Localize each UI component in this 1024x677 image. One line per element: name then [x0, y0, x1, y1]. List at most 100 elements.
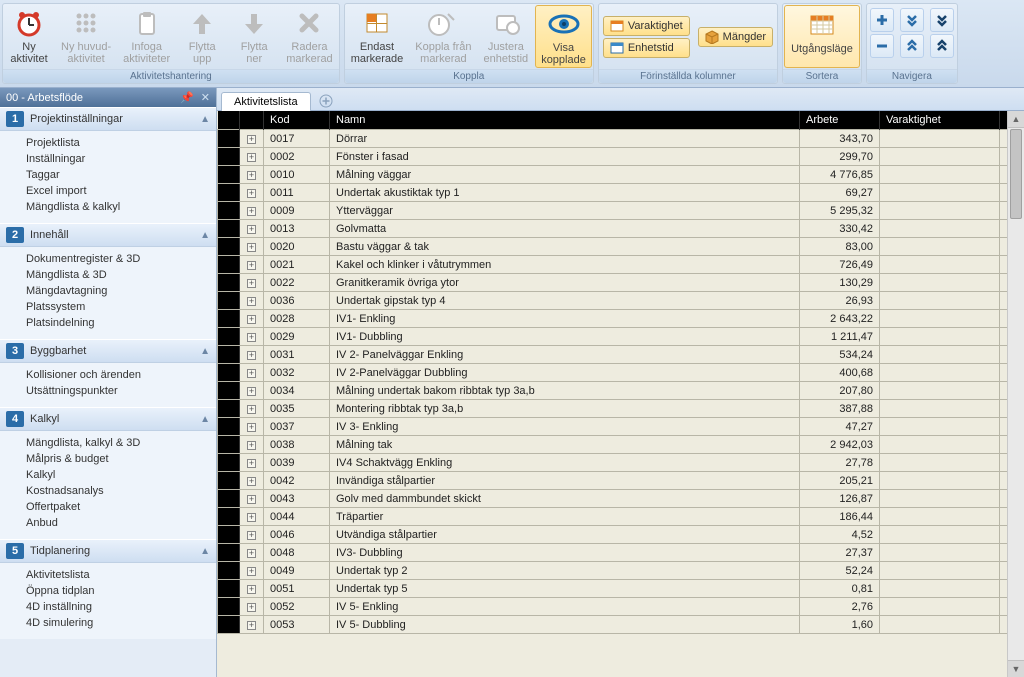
- scroll-up-button[interactable]: ▲: [1008, 111, 1024, 128]
- row-expand[interactable]: +: [240, 472, 264, 490]
- nav-chev-uu-dark[interactable]: [930, 34, 954, 58]
- table-row[interactable]: + 0052 IV 5- Enkling 2,76: [218, 598, 1024, 616]
- sidebar-item[interactable]: Aktivitetslista: [0, 567, 216, 583]
- table-row[interactable]: + 0046 Utvändiga stålpartier 4,52: [218, 526, 1024, 544]
- sidebar-item[interactable]: Offertpaket: [0, 499, 216, 515]
- sidebar-item[interactable]: Mängdavtagning: [0, 283, 216, 299]
- sidebar-item[interactable]: Kalkyl: [0, 467, 216, 483]
- sidebar-item[interactable]: Taggar: [0, 167, 216, 183]
- row-expand[interactable]: +: [240, 598, 264, 616]
- table-row[interactable]: + 0049 Undertak typ 2 52,24: [218, 562, 1024, 580]
- ribbon-smallbtn-unit-blue[interactable]: Enhetstid: [603, 38, 690, 58]
- row-expand[interactable]: +: [240, 148, 264, 166]
- row-expand[interactable]: +: [240, 310, 264, 328]
- table-row[interactable]: + 0021 Kakel och klinker i våtutrymmen 7…: [218, 256, 1024, 274]
- row-expand[interactable]: +: [240, 580, 264, 598]
- scroll-thumb[interactable]: [1010, 129, 1022, 219]
- table-row[interactable]: + 0044 Träpartier 186,44: [218, 508, 1024, 526]
- sidebar-item[interactable]: Projektlista: [0, 135, 216, 151]
- vertical-scrollbar[interactable]: ▲ ▼: [1007, 111, 1024, 677]
- sidebar-item[interactable]: Dokumentregister & 3D: [0, 251, 216, 267]
- table-row[interactable]: + 0020 Bastu väggar & tak 83,00: [218, 238, 1024, 256]
- nav-chev-dd-dark[interactable]: [930, 8, 954, 32]
- row-expand[interactable]: +: [240, 526, 264, 544]
- nav-chev-uu-blue[interactable]: [900, 34, 924, 58]
- close-icon[interactable]: ✕: [201, 92, 210, 104]
- accordion-header-5[interactable]: 5Tidplanering▲: [0, 539, 216, 563]
- row-expand[interactable]: +: [240, 220, 264, 238]
- accordion-header-2[interactable]: 2Innehåll▲: [0, 223, 216, 247]
- tab-activity-list[interactable]: Aktivitetslista: [221, 92, 311, 111]
- sidebar-item[interactable]: Inställningar: [0, 151, 216, 167]
- table-row[interactable]: + 0013 Golvmatta 330,42: [218, 220, 1024, 238]
- table-row[interactable]: + 0029 IV1- Dubbling 1 211,47: [218, 328, 1024, 346]
- ribbon-btn-eye[interactable]: Visa kopplade: [535, 5, 592, 68]
- table-row[interactable]: + 0032 IV 2-Panelväggar Dubbling 400,68: [218, 364, 1024, 382]
- sidebar-item[interactable]: Målpris & budget: [0, 451, 216, 467]
- sidebar-item[interactable]: Excel import: [0, 183, 216, 199]
- row-expand[interactable]: +: [240, 346, 264, 364]
- row-expand[interactable]: +: [240, 562, 264, 580]
- col-varaktighet[interactable]: Varaktighet: [880, 111, 1000, 130]
- row-expand[interactable]: +: [240, 382, 264, 400]
- table-row[interactable]: + 0010 Målning väggar 4 776,85: [218, 166, 1024, 184]
- ribbon-btn-grid-orange[interactable]: Utgångsläge: [784, 5, 860, 68]
- table-row[interactable]: + 0048 IV3- Dubbling 27,37: [218, 544, 1024, 562]
- row-expand[interactable]: +: [240, 436, 264, 454]
- table-row[interactable]: + 0053 IV 5- Dubbling 1,60: [218, 616, 1024, 634]
- activity-grid[interactable]: Kod Namn Arbete Varaktighet + 0017 Dörra…: [217, 111, 1024, 634]
- table-row[interactable]: + 0011 Undertak akustiktak typ 1 69,27: [218, 184, 1024, 202]
- row-expand[interactable]: +: [240, 400, 264, 418]
- row-expand[interactable]: +: [240, 292, 264, 310]
- scroll-down-button[interactable]: ▼: [1008, 660, 1024, 677]
- ribbon-btn-clock-red[interactable]: Ny aktivitet: [3, 4, 55, 69]
- row-expand[interactable]: +: [240, 454, 264, 472]
- table-row[interactable]: + 0051 Undertak typ 5 0,81: [218, 580, 1024, 598]
- row-expand[interactable]: +: [240, 202, 264, 220]
- ribbon-smallbtn-box-orange[interactable]: Mängder: [698, 27, 773, 47]
- table-row[interactable]: + 0042 Invändiga stålpartier 205,21: [218, 472, 1024, 490]
- sidebar-item[interactable]: 4D inställning: [0, 599, 216, 615]
- sidebar-item[interactable]: Platssystem: [0, 299, 216, 315]
- row-expand[interactable]: +: [240, 418, 264, 436]
- table-row[interactable]: + 0038 Målning tak 2 942,03: [218, 436, 1024, 454]
- table-row[interactable]: + 0036 Undertak gipstak typ 4 26,93: [218, 292, 1024, 310]
- row-expand[interactable]: +: [240, 184, 264, 202]
- nav-chev-dd-blue[interactable]: [900, 8, 924, 32]
- nav-plus-blue[interactable]: [870, 8, 894, 32]
- ribbon-btn-select-subset[interactable]: Endast markerade: [345, 4, 410, 69]
- sidebar-item[interactable]: Utsättningspunkter: [0, 383, 216, 399]
- row-expand[interactable]: +: [240, 256, 264, 274]
- sidebar-item[interactable]: Kostnadsanalys: [0, 483, 216, 499]
- row-expand[interactable]: +: [240, 508, 264, 526]
- sidebar-item[interactable]: Kollisioner och ärenden: [0, 367, 216, 383]
- sidebar-item[interactable]: Mängdlista & kalkyl: [0, 199, 216, 215]
- col-kod[interactable]: Kod: [264, 111, 330, 130]
- sidebar-item[interactable]: Platsindelning: [0, 315, 216, 331]
- pin-icon[interactable]: 📌: [180, 92, 194, 104]
- col-namn[interactable]: Namn: [330, 111, 800, 130]
- ribbon-smallbtn-duration-orange[interactable]: Varaktighet: [603, 16, 690, 36]
- accordion-header-4[interactable]: 4Kalkyl▲: [0, 407, 216, 431]
- row-expand[interactable]: +: [240, 490, 264, 508]
- nav-minus-blue[interactable]: [870, 34, 894, 58]
- table-row[interactable]: + 0022 Granitkeramik övriga ytor 130,29: [218, 274, 1024, 292]
- table-row[interactable]: + 0037 IV 3- Enkling 47,27: [218, 418, 1024, 436]
- row-expand[interactable]: +: [240, 238, 264, 256]
- table-row[interactable]: + 0031 IV 2- Panelväggar Enkling 534,24: [218, 346, 1024, 364]
- row-expand[interactable]: +: [240, 544, 264, 562]
- sidebar-item[interactable]: Mängdlista & 3D: [0, 267, 216, 283]
- table-row[interactable]: + 0035 Montering ribbtak typ 3a,b 387,88: [218, 400, 1024, 418]
- row-expand[interactable]: +: [240, 166, 264, 184]
- table-row[interactable]: + 0043 Golv med dammbundet skickt 126,87: [218, 490, 1024, 508]
- tab-add-button[interactable]: [317, 92, 335, 110]
- row-expand[interactable]: +: [240, 328, 264, 346]
- row-expand[interactable]: +: [240, 616, 264, 634]
- sidebar-item[interactable]: Anbud: [0, 515, 216, 531]
- table-row[interactable]: + 0034 Målning undertak bakom ribbtak ty…: [218, 382, 1024, 400]
- table-row[interactable]: + 0009 Ytterväggar 5 295,32: [218, 202, 1024, 220]
- row-expand[interactable]: +: [240, 130, 264, 148]
- table-row[interactable]: + 0017 Dörrar 343,70: [218, 130, 1024, 148]
- col-arbete[interactable]: Arbete: [800, 111, 880, 130]
- sidebar-item[interactable]: Öppna tidplan: [0, 583, 216, 599]
